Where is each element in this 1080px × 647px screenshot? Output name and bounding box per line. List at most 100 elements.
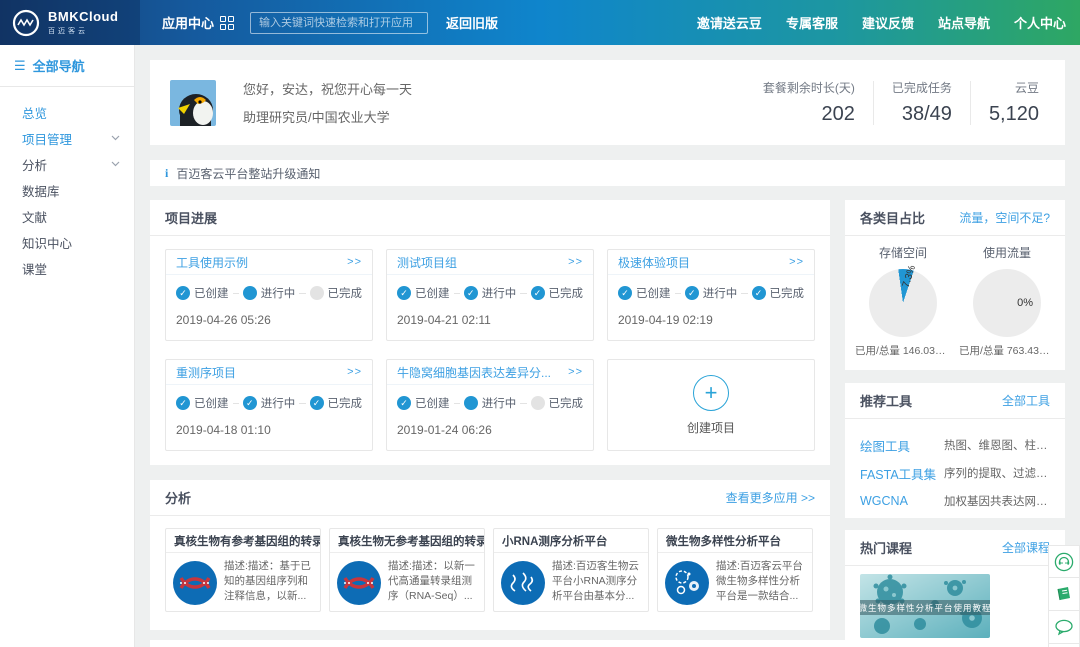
header-nav: 邀请送云豆 专属客服 建议反馈 站点导航 个人中心: [697, 13, 1080, 32]
nav-customer-service[interactable]: 专属客服: [786, 13, 838, 32]
step-created-icon: [397, 286, 411, 300]
nav-personal-center[interactable]: 个人中心: [1014, 13, 1066, 32]
project-steps: 已创建 进行中 已完成: [166, 385, 372, 411]
nav-sitemap[interactable]: 站点导航: [938, 13, 990, 32]
course-caption: 微生物多样性分析平台使用教程: [860, 600, 990, 615]
step-completed-icon: [531, 396, 545, 410]
customer-service-icon[interactable]: [1048, 545, 1080, 578]
project-name-link[interactable]: 重测序项目: [176, 364, 236, 381]
tool-link-fasta[interactable]: FASTA工具集: [860, 464, 944, 483]
sidebar-item-literature[interactable]: 文献: [0, 203, 134, 229]
next-panel-edge: [150, 640, 1065, 647]
greeting-text: 您好，安达，祝您开心每一天: [243, 79, 412, 98]
sidebar-item-classroom[interactable]: 课堂: [0, 255, 134, 281]
category-usage-panel: 各类目占比 流量，空间不足? 存储空间 7.3% 已用/总量 146.03GB …: [845, 200, 1065, 370]
project-more-link[interactable]: >>: [347, 256, 362, 268]
sidebar-item-project-management[interactable]: 项目管理: [0, 125, 134, 151]
project-steps: 已创建 进行中 已完成: [387, 275, 593, 301]
all-nav-label: 全部导航: [33, 56, 85, 75]
sidebar-item-knowledge-center[interactable]: 知识中心: [0, 229, 134, 255]
project-more-link[interactable]: >>: [568, 256, 583, 268]
all-navigation-button[interactable]: ☰ 全部导航: [0, 45, 134, 87]
chevron-down-icon: [111, 135, 120, 141]
step-created-icon: [176, 396, 190, 410]
project-card: 重测序项目 >> 已创建 进行中 已完成 2019-04-18 01:10: [165, 359, 373, 451]
notice-bar: i 百迈客云平台整站升级通知: [150, 160, 1065, 186]
tool-row: 绘图工具 热图、维恩图、柱图...: [860, 431, 1050, 459]
app-center-button[interactable]: 应用中心: [162, 13, 234, 32]
nav-invite-beans[interactable]: 邀请送云豆: [697, 13, 762, 32]
project-card: 测试项目组 >> 已创建 进行中 已完成 2019-04-21 02:11: [386, 249, 594, 341]
info-icon: i: [165, 166, 168, 181]
step-completed-icon: [531, 286, 545, 300]
step-completed-icon: [310, 396, 324, 410]
step-completed-icon: [752, 286, 766, 300]
tool-list: 绘图工具 热图、维恩图、柱图... FASTA工具集 序列的提取、过滤、... …: [845, 419, 1065, 515]
all-tools-link[interactable]: 全部工具: [1002, 392, 1050, 409]
project-cards-grid: 工具使用示例 >> 已创建 进行中 已完成 2019-04-26 05:26 测…: [150, 236, 830, 464]
stat-completed-tasks: 已完成任务 38/49: [874, 79, 970, 126]
project-date: 2019-04-21 02:11: [387, 301, 593, 327]
sidebar-menu: 总览 项目管理 分析 数据库 文献 知识中心 课堂: [0, 87, 134, 281]
sidebar-item-overview[interactable]: 总览: [0, 99, 134, 125]
panel-title: 项目进展: [165, 208, 217, 227]
quota-upgrade-link[interactable]: 流量，空间不足?: [959, 209, 1050, 226]
small-rna-icon: [501, 561, 545, 605]
message-bubble-icon[interactable]: [1048, 611, 1080, 644]
analysis-card[interactable]: 微生物多样性分析平台 描述:百迈客云平台微生物多样性分析平台是一款结合...: [657, 528, 813, 612]
floating-toolbar: [1048, 545, 1080, 647]
user-avatar[interactable]: [170, 80, 216, 126]
step-inprogress-icon: [243, 396, 257, 410]
transcriptome-ref-icon: [173, 561, 217, 605]
project-more-link[interactable]: >>: [568, 366, 583, 378]
header-search-input[interactable]: [250, 12, 428, 34]
analysis-card[interactable]: 真核生物无参考基因组的转录... 描述:描述：以新一代高通量转录组测序（RNA-…: [329, 528, 485, 612]
project-card: 牛隐窝细胞基因表达差异分... >> 已创建 进行中 已完成 2019-01-2…: [386, 359, 594, 451]
step-created-icon: [618, 286, 632, 300]
analysis-card[interactable]: 小RNA测序分析平台 描述:百迈客生物云平台小RNA测序分析平台由基本分...: [493, 528, 649, 612]
project-name-link[interactable]: 牛隐窝细胞基因表达差异分...: [397, 364, 551, 381]
recommended-tools-panel: 推荐工具 全部工具 绘图工具 热图、维恩图、柱图... FASTA工具集 序列的…: [845, 383, 1065, 518]
notice-link[interactable]: 百迈客云平台整站升级通知: [176, 165, 320, 182]
project-date: 2019-04-26 05:26: [166, 301, 372, 327]
storage-pie-chart: 7.3%: [869, 269, 937, 337]
greeting-block: 您好，安达，祝您开心每一天 助理研究员/中国农业大学: [243, 79, 412, 126]
step-created-icon: [176, 286, 190, 300]
all-courses-link[interactable]: 全部课程: [1002, 539, 1050, 556]
welcome-card: 您好，安达，祝您开心每一天 助理研究员/中国农业大学 套餐剩余时长(天) 202…: [150, 60, 1065, 145]
app-center-label: 应用中心: [162, 13, 214, 32]
project-name-link[interactable]: 极速体验项目: [618, 254, 690, 271]
tool-row: FASTA工具集 序列的提取、过滤、...: [860, 459, 1050, 487]
sidebar-item-analysis[interactable]: 分析: [0, 151, 134, 177]
brand-subname: 百迈客云: [48, 26, 118, 36]
project-more-link[interactable]: >>: [789, 256, 804, 268]
more-apps-link[interactable]: 查看更多应用 >>: [726, 489, 815, 506]
project-date: 2019-04-18 01:10: [166, 411, 372, 437]
analysis-card[interactable]: 真核生物有参考基因组的转录... 描述:描述：基于已知的基因组序列和注释信息，以…: [165, 528, 321, 612]
project-card: 极速体验项目 >> 已创建 进行中 已完成 2019-04-19 02:19: [607, 249, 815, 341]
stat-package-days: 套餐剩余时长(天) 202: [745, 79, 873, 126]
handbook-icon[interactable]: [1048, 578, 1080, 611]
project-name-link[interactable]: 测试项目组: [397, 254, 457, 271]
brand-logo[interactable]: BMKCloud 百迈客云: [0, 0, 140, 45]
tool-link-wgcna[interactable]: WGCNA: [860, 494, 944, 508]
back-to-old-version-link[interactable]: 返回旧版: [446, 13, 498, 32]
hot-courses-panel: 热门课程 全部课程 微: [845, 530, 1065, 647]
tool-link-drawing[interactable]: 绘图工具: [860, 436, 944, 455]
course-thumbnail[interactable]: 微生物多样性分析平台使用教程: [860, 574, 990, 638]
top-header: BMKCloud 百迈客云 应用中心 返回旧版 邀请送云豆 专属客服 建议反馈 …: [0, 0, 1080, 45]
project-steps: 已创建 进行中 已完成: [387, 385, 593, 411]
step-created-icon: [397, 396, 411, 410]
step-inprogress-icon: [464, 286, 478, 300]
nav-feedback[interactable]: 建议反馈: [862, 13, 914, 32]
sidebar-item-database[interactable]: 数据库: [0, 177, 134, 203]
app-grid-icon: [220, 16, 234, 30]
tool-row: WGCNA 加权基因共表达网络...: [860, 487, 1050, 515]
transcriptome-noref-icon: [337, 561, 381, 605]
bmkcloud-dashboard: BMKCloud 百迈客云 应用中心 返回旧版 邀请送云豆 专属客服 建议反馈 …: [0, 0, 1080, 647]
brand-name: BMKCloud: [48, 10, 118, 23]
project-name-link[interactable]: 工具使用示例: [176, 254, 248, 271]
create-project-button[interactable]: + 创建项目: [607, 359, 815, 451]
brand-text: BMKCloud 百迈客云: [48, 10, 118, 36]
project-more-link[interactable]: >>: [347, 366, 362, 378]
